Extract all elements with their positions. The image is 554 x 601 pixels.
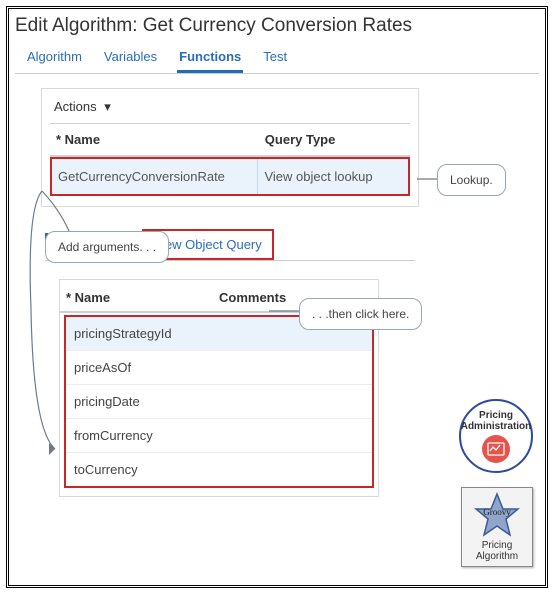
badge-label: Administration	[461, 421, 532, 432]
functions-table-header: * Name Query Type	[50, 123, 410, 157]
arguments-list: pricingStrategyId priceAsOf pricingDate …	[64, 315, 374, 488]
main-tab-bar: Algorithm Variables Functions Test	[15, 43, 539, 74]
arg-row[interactable]: pricingDate	[66, 385, 372, 419]
badge-label: Pricing	[464, 540, 530, 551]
functions-panel: Actions ▾ * Name Query Type GetCurrencyC…	[41, 88, 419, 207]
tab-functions[interactable]: Functions	[177, 43, 243, 73]
tab-algorithm[interactable]: Algorithm	[25, 43, 84, 73]
badge-label: Pricing	[479, 410, 513, 421]
arg-row[interactable]: fromCurrency	[66, 419, 372, 453]
actions-label: Actions	[54, 99, 97, 114]
col-header-query-type: Query Type	[259, 124, 410, 155]
function-type-cell: View object lookup	[258, 159, 408, 194]
tab-test[interactable]: Test	[261, 43, 289, 73]
actions-menu[interactable]: Actions ▾	[50, 97, 410, 123]
col-header-name: * Name	[50, 124, 259, 155]
tab-variables[interactable]: Variables	[102, 43, 159, 73]
page-title: Edit Algorithm: Get Currency Conversion …	[15, 15, 539, 37]
pricing-admin-icon	[482, 435, 510, 463]
callout-then-click: . . .then click here.	[299, 298, 422, 330]
function-name-cell: GetCurrencyConversionRate	[52, 159, 258, 194]
star-icon: Groovy	[474, 492, 520, 538]
args-col-name: * Name	[66, 290, 219, 305]
function-row[interactable]: GetCurrencyConversionRate View object lo…	[50, 157, 410, 196]
callout-lookup: Lookup.	[437, 164, 506, 196]
svg-text:Groovy: Groovy	[483, 507, 511, 517]
caret-down-icon: ▾	[104, 99, 111, 115]
arg-row[interactable]: toCurrency	[66, 453, 372, 486]
badge-pricing-administration: Pricing Administration	[459, 399, 533, 473]
callout-add-arguments: Add arguments. . .	[45, 231, 169, 263]
badge-label: Algorithm	[464, 551, 530, 562]
arg-row[interactable]: priceAsOf	[66, 351, 372, 385]
badge-pricing-algorithm: Groovy Pricing Algorithm	[461, 487, 533, 567]
